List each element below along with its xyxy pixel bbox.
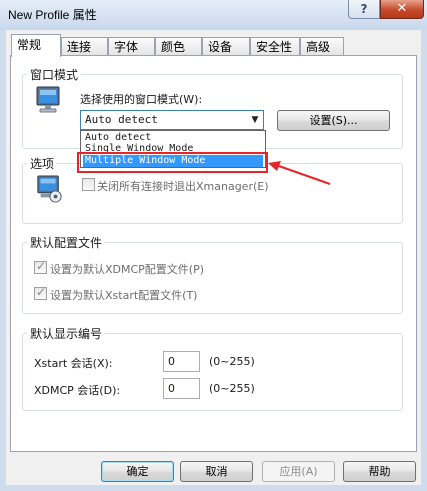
window-mode-select-label: 选择使用的窗口模式(W): — [80, 93, 203, 106]
default-xstart-label: 设置为默认Xstart配置文件(T) — [50, 289, 198, 302]
tab-device[interactable]: 设备 — [202, 37, 250, 56]
default-xdmcp-checkbox[interactable] — [34, 259, 47, 274]
settings-button[interactable]: 设置(S)... — [277, 110, 390, 131]
default-display-group — [22, 333, 403, 411]
default-xstart-checkbox[interactable] — [34, 285, 47, 300]
help-button[interactable]: 帮助 — [343, 461, 416, 482]
window-mode-group-title: 窗口模式 — [27, 66, 82, 83]
tab-color[interactable]: 颜色 — [155, 37, 202, 56]
tab-security[interactable]: 安全性 — [250, 37, 300, 56]
close-on-exit-label: 关闭所有连接时退出Xmanager(E) — [97, 180, 269, 193]
close-icon-button[interactable]: ✕ — [380, 0, 424, 19]
default-config-group-title: 默认配置文件 — [27, 234, 106, 251]
xdmcp-session-range: (0~255) — [209, 382, 255, 395]
ok-button[interactable]: 确定 — [101, 461, 174, 482]
xdmcp-session-label: XDMCP 会话(D): — [34, 384, 121, 397]
tab-connection[interactable]: 连接 — [61, 37, 108, 56]
default-xdmcp-label: 设置为默认XDMCP配置文件(P) — [50, 263, 205, 276]
window-mode-current-value: Auto detect — [85, 113, 158, 126]
default-config-group — [22, 242, 403, 314]
title-bar: New Profile 属性 ? ✕ — [0, 0, 427, 30]
annotation-arrow-icon — [268, 161, 331, 185]
xdmcp-session-input[interactable]: 0 — [163, 378, 200, 399]
chevron-down-icon[interactable]: ▼ — [247, 111, 263, 129]
xstart-session-input[interactable]: 0 — [163, 351, 200, 372]
tab-general[interactable]: 常规 — [11, 34, 61, 57]
cancel-button[interactable]: 取消 — [180, 461, 253, 482]
apply-button[interactable]: 应用(A) — [262, 461, 335, 482]
window-title: New Profile 属性 — [8, 8, 97, 22]
options-group-title: 选项 — [27, 155, 58, 172]
window-mode-combobox[interactable]: Auto detect ▼ — [80, 110, 264, 130]
tab-font[interactable]: 字体 — [108, 37, 155, 56]
monitor-icon — [36, 86, 60, 113]
xstart-session-range: (0~255) — [209, 355, 255, 368]
default-display-group-title: 默认显示编号 — [27, 325, 106, 342]
annotation-highlight-box — [77, 152, 268, 173]
xstart-session-label: Xstart 会话(X): — [34, 357, 113, 370]
close-on-exit-checkbox[interactable] — [82, 178, 95, 191]
tab-advanced[interactable]: 高级 — [300, 37, 344, 56]
monitor-settings-icon — [37, 175, 62, 203]
help-icon-button[interactable]: ? — [348, 0, 380, 19]
